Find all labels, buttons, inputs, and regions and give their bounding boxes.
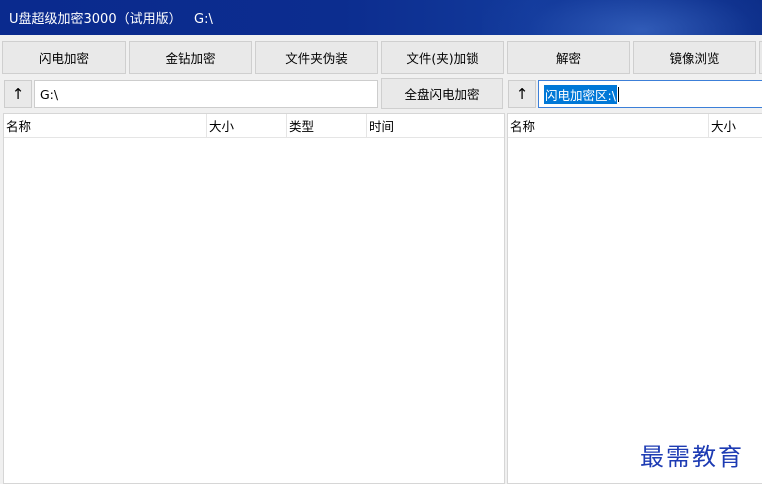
whole-disk-flash-encrypt-button[interactable]: 全盘闪电加密 xyxy=(381,78,503,109)
left-file-list[interactable]: 名称 大小 类型 时间 xyxy=(3,113,505,484)
column-header-size[interactable]: 大小 xyxy=(207,114,287,137)
gold-encrypt-button[interactable]: 金钻加密 xyxy=(129,41,252,74)
arrow-up-icon: ↑ xyxy=(11,85,25,103)
right-path-input[interactable]: 闪电加密区:\ xyxy=(538,80,762,108)
flash-encrypt-button[interactable]: 闪电加密 xyxy=(2,41,126,74)
left-up-button[interactable]: ↑ xyxy=(4,80,32,108)
column-header-name[interactable]: 名称 xyxy=(508,114,709,137)
folder-disguise-button[interactable]: 文件夹伪装 xyxy=(255,41,378,74)
mirror-browse-button[interactable]: 镜像浏览 xyxy=(633,41,756,74)
left-list-header: 名称 大小 类型 时间 xyxy=(4,114,504,138)
column-header-size[interactable]: 大小 xyxy=(709,114,762,137)
right-path-value: 闪电加密区:\ xyxy=(544,84,617,104)
column-header-name[interactable]: 名称 xyxy=(4,114,207,137)
column-header-type[interactable]: 类型 xyxy=(287,114,367,137)
text-caret xyxy=(617,86,619,102)
decrypt-button[interactable]: 解密 xyxy=(507,41,630,74)
left-path-value: G:\ xyxy=(40,86,59,102)
column-header-time[interactable]: 时间 xyxy=(367,114,504,137)
title-bar-glow xyxy=(482,0,762,35)
watermark-text: 最需教育 xyxy=(640,443,744,471)
arrow-up-icon: ↑ xyxy=(515,85,529,103)
window-title: U盘超级加密3000（试用版） G:\ xyxy=(9,12,213,27)
title-bar[interactable]: U盘超级加密3000（试用版） G:\ xyxy=(0,0,762,35)
right-file-list[interactable]: 名称 大小 xyxy=(507,113,762,484)
right-up-button[interactable]: ↑ xyxy=(508,80,536,108)
right-list-header: 名称 大小 xyxy=(508,114,762,138)
file-lock-button[interactable]: 文件(夹)加锁 xyxy=(381,41,504,74)
left-path-input[interactable]: G:\ xyxy=(34,80,378,108)
